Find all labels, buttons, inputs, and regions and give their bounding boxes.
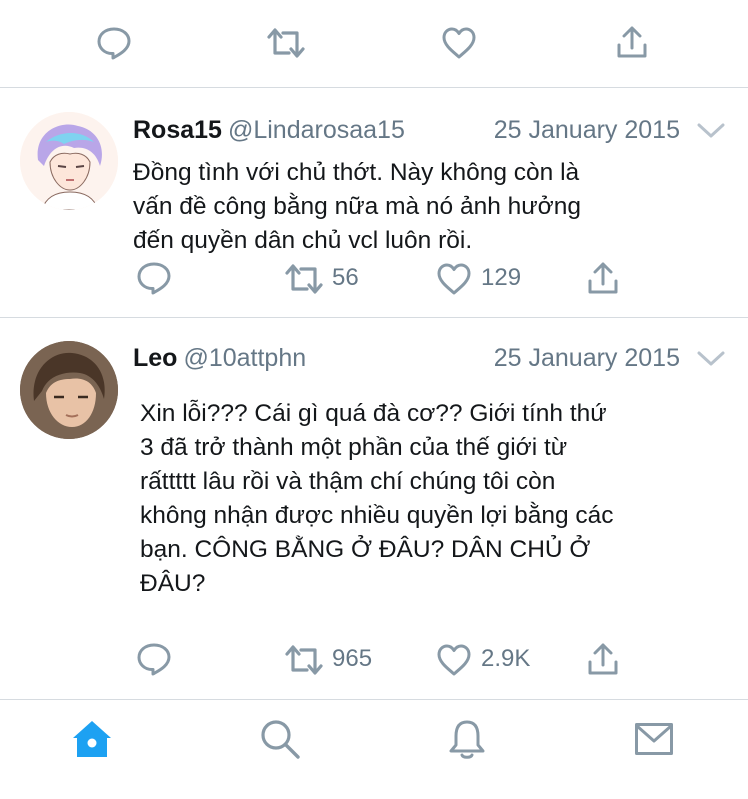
share-icon[interactable] [586,260,620,296]
tweet[interactable]: Rosa15 @Lindarosaa15 25 January 2015 Đồng… [0,89,748,318]
like-count: 129 [481,264,522,291]
retweet-icon[interactable] [266,26,306,60]
avatar[interactable] [20,112,118,210]
search-icon[interactable] [259,718,301,760]
tweet-actions: 965 2.9K [0,639,748,679]
tweet-text: Đồng tình với chủ thớt. Này không còn là… [133,159,581,254]
tweet-actions: 56 129 [0,258,748,298]
share-icon[interactable] [615,24,649,60]
like-icon[interactable] [441,26,477,60]
chevron-down-icon[interactable] [694,341,728,375]
reply-icon[interactable] [136,641,172,677]
user-handle[interactable]: @Lindarosaa15 [228,116,405,144]
reply-icon[interactable] [96,25,132,61]
notifications-icon[interactable] [447,718,487,760]
retweet-count: 965 [332,645,373,672]
retweet-count: 56 [332,264,359,291]
top-action-bar [0,0,748,88]
tweet-header: Rosa15 @Lindarosaa15 25 January 2015 [133,113,728,147]
tweet-header: Leo @10attphn 25 January 2015 [133,341,728,375]
messages-icon[interactable] [634,722,674,756]
display-name[interactable]: Rosa15 [133,116,222,144]
chevron-down-icon[interactable] [694,113,728,147]
user-handle[interactable]: @10attphn [183,344,306,372]
reply-icon[interactable] [136,260,172,296]
avatar[interactable] [20,341,118,439]
share-icon[interactable] [586,641,620,677]
tab-bar [0,699,748,799]
tweet[interactable]: Leo @10attphn 25 January 2015 Xin lỗi??? … [0,319,748,698]
tweet-date: 25 January 2015 [493,344,680,372]
display-name[interactable]: Leo [133,344,177,372]
like-icon[interactable] [436,643,472,677]
home-icon[interactable] [71,718,113,760]
tweet-text: Xin lỗi??? Cái gì quá đà cơ?? Giới tính … [140,400,614,597]
retweet-icon[interactable] [284,643,324,677]
like-icon[interactable] [436,262,472,296]
like-count: 2.9K [481,645,531,672]
retweet-icon[interactable] [284,262,324,296]
tweet-date: 25 January 2015 [493,116,680,144]
